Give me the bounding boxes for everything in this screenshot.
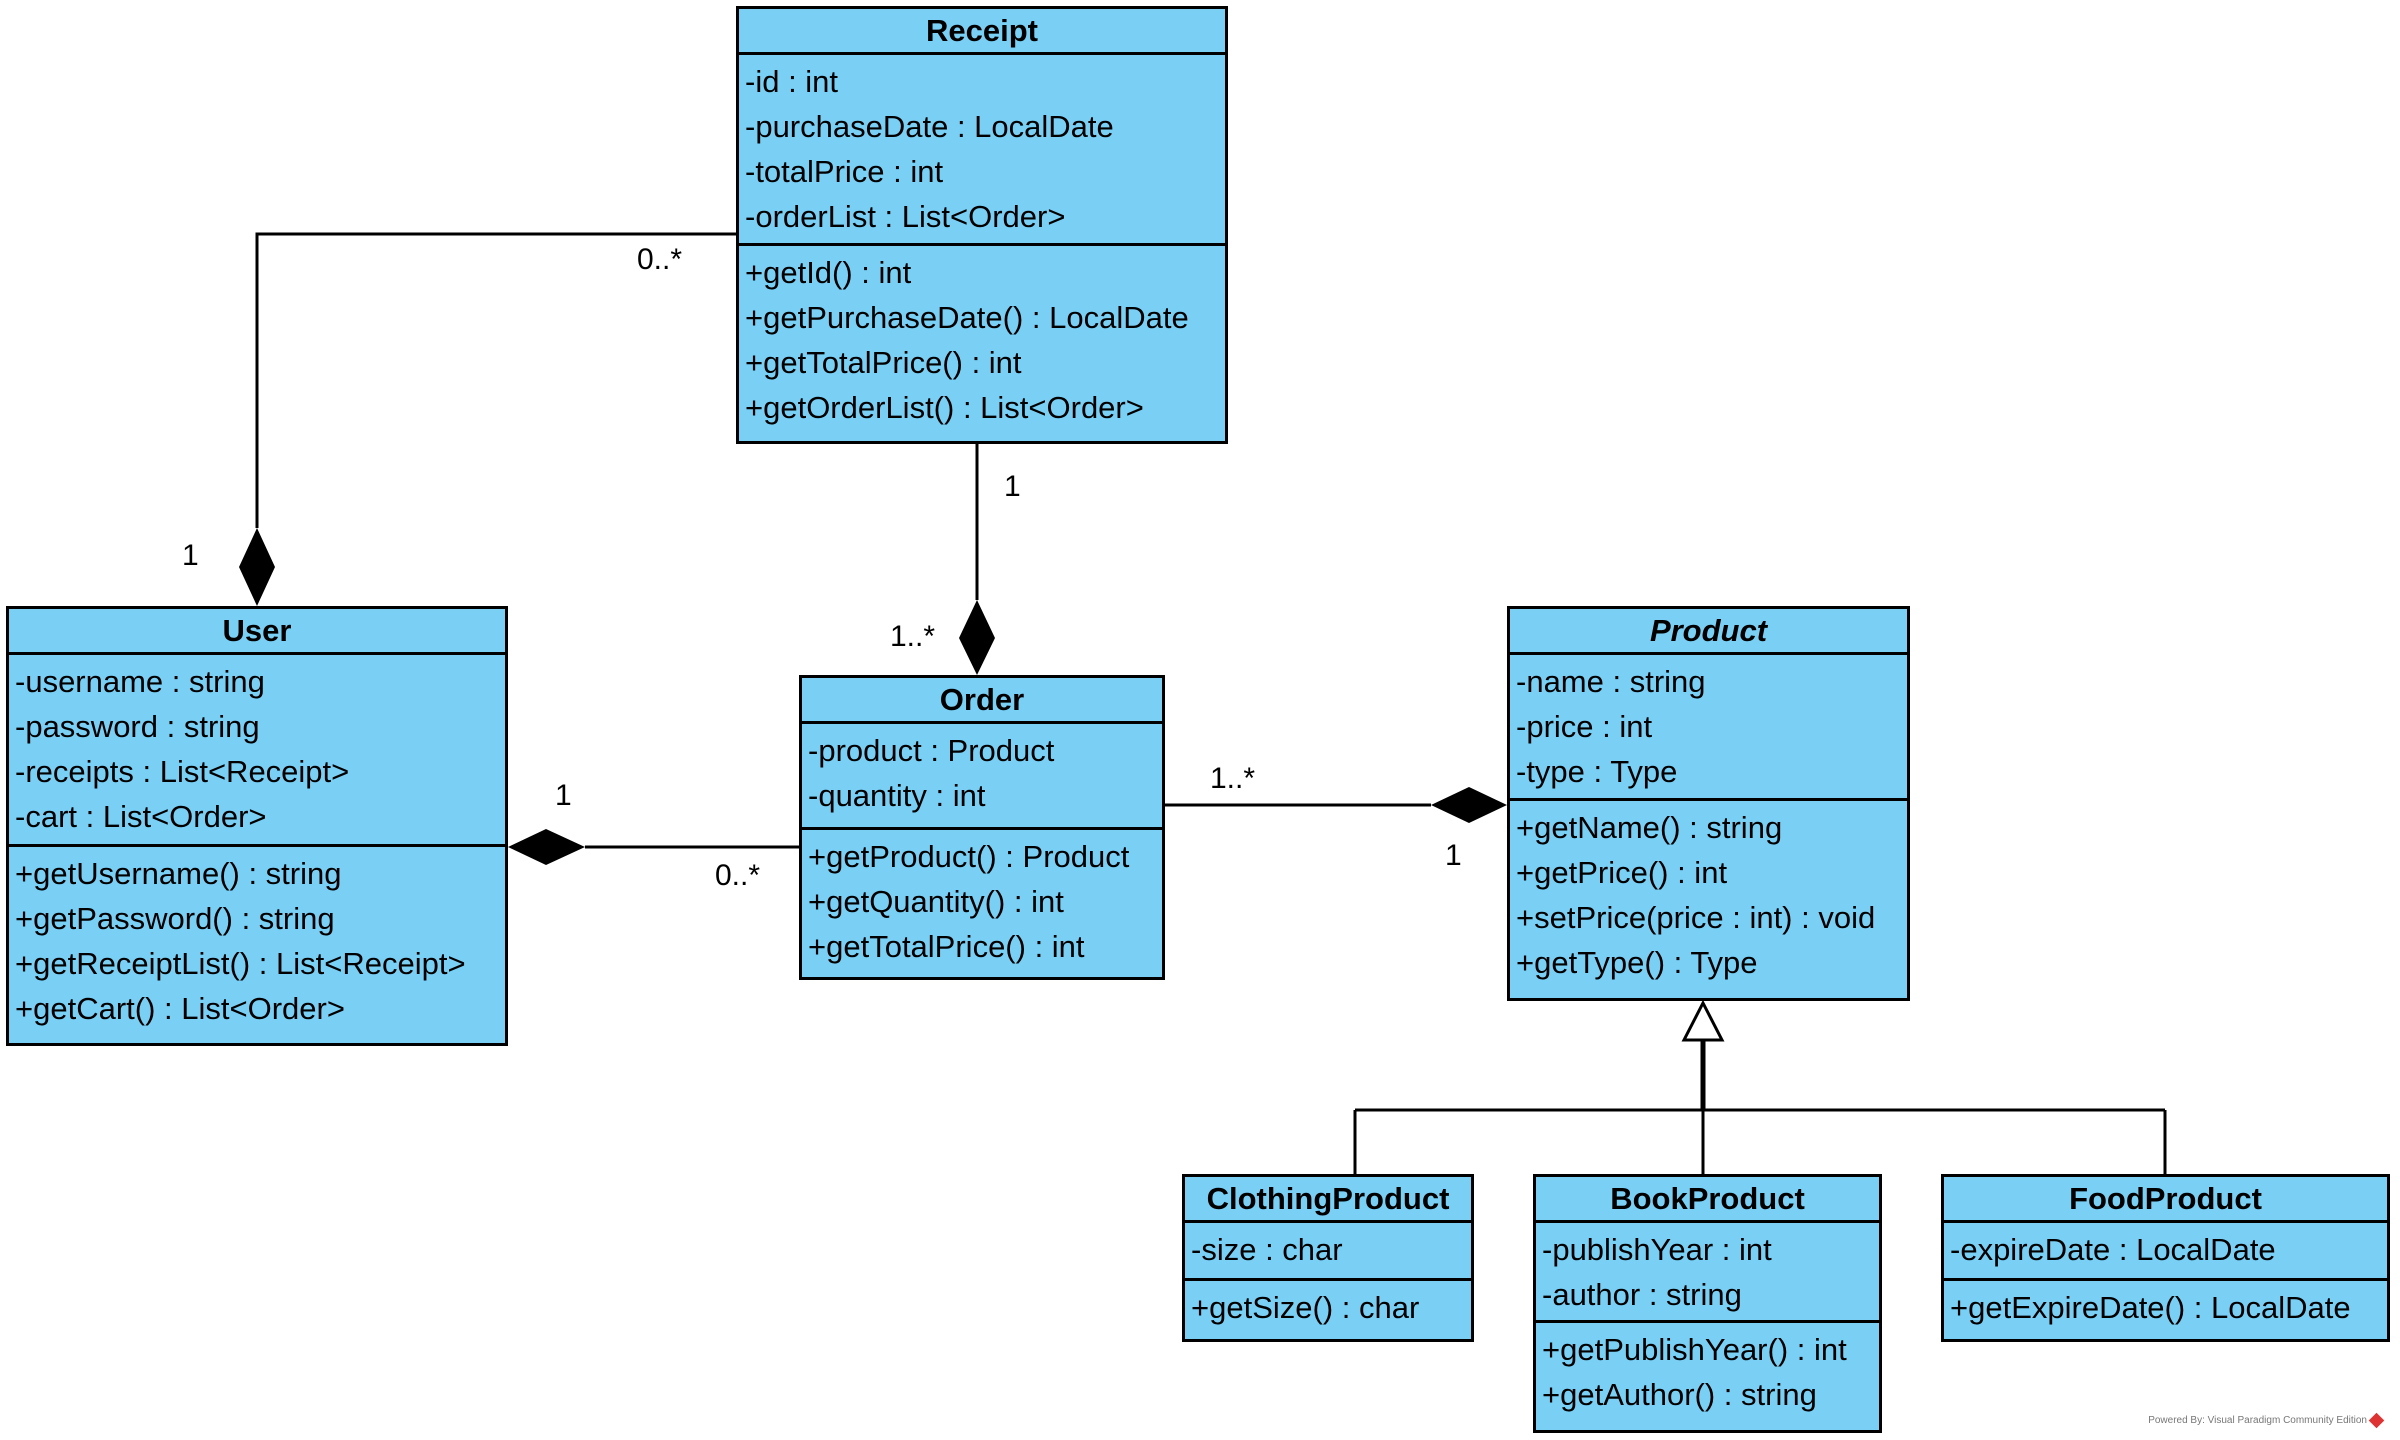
operation: +getQuantity() : int — [808, 884, 1064, 919]
mult-product-order: 1 — [1445, 839, 1462, 872]
operation: +getTotalPrice() : int — [808, 929, 1085, 964]
composition-diamond-order — [959, 600, 995, 675]
operation: +getTotalPrice() : int — [745, 345, 1022, 380]
attribute: -cart : List<Order> — [15, 799, 267, 834]
operation: +setPrice(price : int) : void — [1516, 900, 1876, 935]
generalization-triangle-icon — [1681, 999, 1725, 1042]
attribute: -size : char — [1191, 1232, 1343, 1267]
class-clothing[interactable]: ClothingProduct -size : char +getSize() : … — [1182, 1174, 1474, 1342]
attributes-compartment: -publishYear : int -author : string — [1536, 1223, 1879, 1323]
operation: +getPurchaseDate() : LocalDate — [745, 300, 1189, 335]
operation: +getPublishYear() : int — [1542, 1332, 1847, 1367]
mult-receipt-order: 1 — [1004, 470, 1021, 503]
class-order[interactable]: Order -product : Product -quantity : int +g… — [799, 675, 1165, 980]
attributes-compartment: -size : char — [1185, 1223, 1471, 1281]
attribute: -price : int — [1516, 709, 1653, 744]
attributes-compartment: -username : string -password : string -rec… — [9, 655, 505, 847]
class-name: Product — [1510, 609, 1907, 655]
operation: +getOrderList() : List<Order> — [745, 390, 1144, 425]
attribute: -username : string — [15, 664, 265, 699]
operation: +getExpireDate() : LocalDate — [1950, 1290, 2351, 1325]
operation: +getProduct() : Product — [808, 839, 1130, 874]
visual-paradigm-logo-icon — [2368, 1412, 2385, 1429]
attributes-compartment: -expireDate : LocalDate — [1944, 1223, 2387, 1281]
class-name: BookProduct — [1536, 1177, 1879, 1223]
watermark: Powered By: Visual Paradigm Community Ed… — [2148, 1412, 2385, 1429]
mult-order-product: 1..* — [1210, 762, 1256, 795]
class-name: Order — [802, 678, 1162, 724]
operation: +getUsername() : string — [15, 856, 342, 891]
attribute: -password : string — [15, 709, 260, 744]
operations-compartment: +getSize() : char — [1185, 1281, 1471, 1334]
operations-compartment: +getUsername() : string +getPassword() : … — [9, 847, 505, 1035]
attributes-compartment: -product : Product -quantity : int — [802, 724, 1162, 830]
operation: +getPrice() : int — [1516, 855, 1728, 890]
operation: +getPassword() : string — [15, 901, 335, 936]
operations-compartment: +getPublishYear() : int +getAuthor() : st… — [1536, 1323, 1879, 1421]
attributes-compartment: -name : string -price : int -type : Type — [1510, 655, 1907, 801]
operation: +getCart() : List<Order> — [15, 991, 345, 1026]
attribute: -totalPrice : int — [745, 154, 944, 189]
attribute: -orderList : List<Order> — [745, 199, 1066, 234]
operations-compartment: +getName() : string +getPrice() : int +set… — [1510, 801, 1907, 989]
class-book[interactable]: BookProduct -publishYear : int -author : s… — [1533, 1174, 1882, 1433]
mult-receipt-user: 0..* — [637, 243, 683, 276]
operation: +getAuthor() : string — [1542, 1377, 1817, 1412]
attribute: -quantity : int — [808, 778, 986, 813]
mult-user-receipt: 1 — [182, 539, 199, 572]
attribute: -publishYear : int — [1542, 1232, 1772, 1267]
attribute: -expireDate : LocalDate — [1950, 1232, 2276, 1267]
attribute: -author : string — [1542, 1277, 1742, 1312]
operation: +getType() : Type — [1516, 945, 1758, 980]
mult-user-order: 1 — [555, 779, 572, 812]
class-name: ClothingProduct — [1185, 1177, 1471, 1223]
class-name: User — [9, 609, 505, 655]
attribute: -id : int — [745, 64, 839, 99]
operation: +getId() : int — [745, 255, 912, 290]
operation: +getReceiptList() : List<Receipt> — [15, 946, 466, 981]
mult-order-user: 0..* — [715, 859, 761, 892]
association-user-receipt[interactable] — [255, 232, 736, 528]
class-receipt[interactable]: Receipt -id : int -purchaseDate : LocalDat… — [736, 6, 1228, 444]
watermark-text: Powered By: Visual Paradigm Community Ed… — [2148, 1415, 2367, 1426]
composition-diamond-user — [239, 528, 275, 606]
composition-diamond-user-order — [508, 829, 585, 865]
attribute: -product : Product — [808, 733, 1055, 768]
operations-compartment: +getId() : int +getPurchaseDate() : Local… — [739, 246, 1225, 434]
operations-compartment: +getExpireDate() : LocalDate — [1944, 1281, 2387, 1334]
attribute: -type : Type — [1516, 754, 1678, 789]
attribute: -receipts : List<Receipt> — [15, 754, 350, 789]
class-food[interactable]: FoodProduct -expireDate : LocalDate +getEx… — [1941, 1174, 2390, 1342]
class-name: FoodProduct — [1944, 1177, 2387, 1223]
class-product[interactable]: Product -name : string -price : int -type :… — [1507, 606, 1910, 1001]
attribute: -purchaseDate : LocalDate — [745, 109, 1114, 144]
composition-diamond-product — [1431, 787, 1507, 823]
attribute: -name : string — [1516, 664, 1706, 699]
operations-compartment: +getProduct() : Product +getQuantity() : … — [802, 830, 1162, 973]
operation: +getSize() : char — [1191, 1290, 1420, 1325]
mult-order-receipt: 1..* — [890, 620, 936, 653]
operation: +getName() : string — [1516, 810, 1783, 845]
attributes-compartment: -id : int -purchaseDate : LocalDate -total… — [739, 55, 1225, 246]
class-user[interactable]: User -username : string -password : string… — [6, 606, 508, 1046]
class-name: Receipt — [739, 9, 1225, 55]
